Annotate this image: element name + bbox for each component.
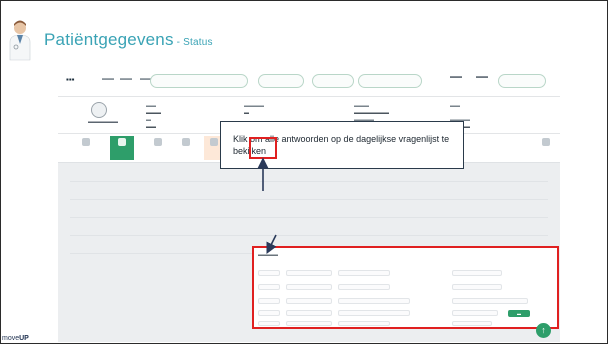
highlight-questionnaire-panel: [252, 246, 559, 329]
slide-title: Patiëntgegevens - Status: [44, 30, 213, 50]
filter-pill-3[interactable]: [358, 74, 422, 88]
toolbar-icon-2: [154, 138, 162, 146]
info-col-1: ▬▬ ▬▬▬ ▬ ▬▬: [146, 103, 161, 130]
content-row: [70, 217, 548, 218]
back-icon: [82, 138, 90, 146]
moveup-logo: moveUP: [2, 335, 29, 342]
toolbar-icon-4: [210, 138, 218, 146]
info-col-2: ▬▬▬▬ ▬: [244, 103, 264, 116]
content-row: [70, 235, 548, 236]
toolbar-button-3[interactable]: [176, 136, 196, 160]
filter-pill-2[interactable]: [312, 74, 354, 88]
brand-prefix: move: [2, 335, 20, 342]
nav-item-1[interactable]: ▬▬: [102, 76, 114, 82]
expand-icon: [542, 138, 550, 146]
toolbar-status-tab[interactable]: [110, 136, 134, 160]
toolbar-icon-3: [182, 138, 190, 146]
app-topbar: ▪▪▪ ▬▬ ▬▬ ▬▬ ▬▬ ▬▬: [58, 66, 560, 97]
toolbar-button-2[interactable]: [148, 136, 168, 160]
brand-suffix: UP: [19, 335, 29, 342]
content-row: [70, 199, 548, 200]
topbar-link[interactable]: ▬▬: [450, 74, 462, 80]
floating-action-button[interactable]: ↑: [536, 323, 551, 338]
slide-title-main: Patiëntgegevens: [44, 30, 174, 49]
highlight-answers-button: [249, 137, 277, 159]
app-logo: ▪▪▪: [66, 75, 75, 84]
user-pill[interactable]: [498, 74, 546, 88]
patient-avatar: [91, 102, 107, 118]
toolbar-expand-button[interactable]: [536, 136, 556, 160]
search-pill[interactable]: [150, 74, 248, 88]
status-icon: [118, 138, 126, 146]
content-row: [70, 181, 548, 182]
nav-item-2[interactable]: ▬▬: [120, 76, 132, 82]
slide-title-sep: -: [173, 37, 184, 48]
doctor-illustration: [9, 20, 31, 61]
patient-name: ▬▬▬▬▬▬: [88, 119, 118, 125]
toolbar-back-button[interactable]: [76, 136, 96, 160]
filter-pill[interactable]: [258, 74, 304, 88]
topbar-link-2[interactable]: ▬▬: [476, 74, 488, 80]
slide-title-sub: Status: [183, 37, 213, 48]
